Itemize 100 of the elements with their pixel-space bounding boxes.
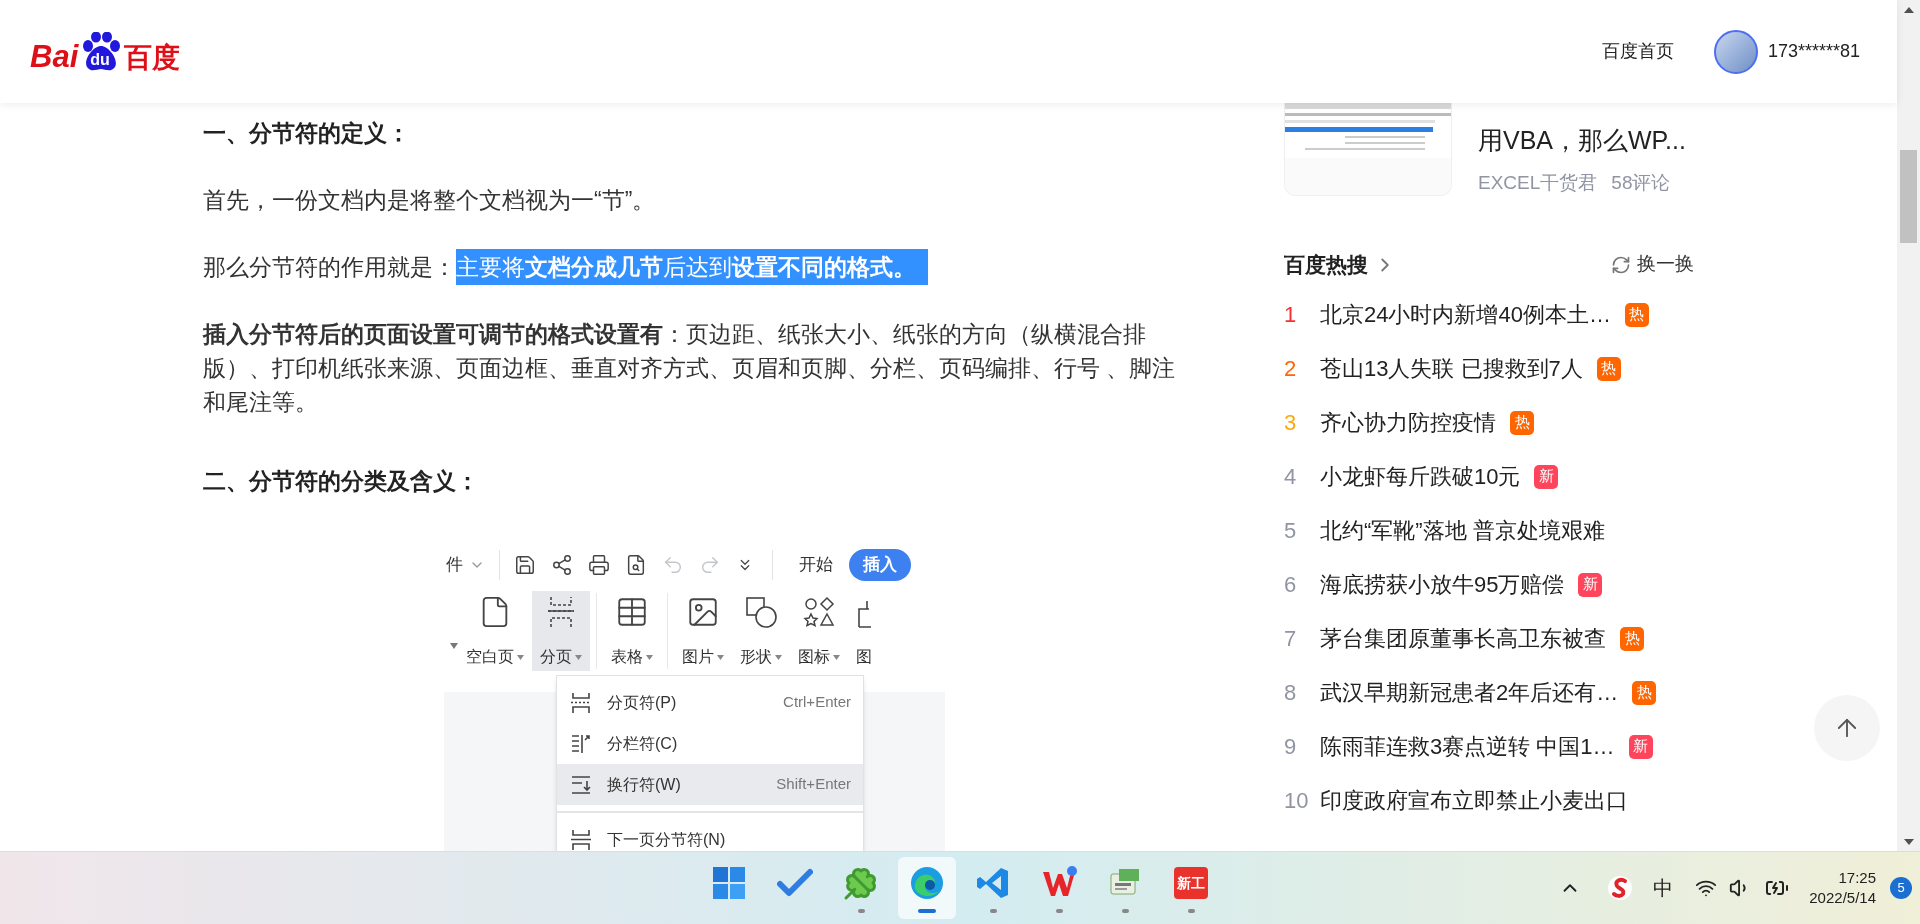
trending-link[interactable]: 北约“军靴”落地 普京处境艰难 [1320, 514, 1605, 547]
ribbon-button[interactable]: 形状 [732, 591, 790, 671]
toolbar-button[interactable] [588, 554, 610, 576]
caret-icon [450, 643, 458, 649]
toolbar-button[interactable] [551, 554, 573, 576]
redo-icon [699, 554, 721, 576]
trend-badge: 新 [1534, 464, 1559, 489]
trend-badge: 新 [1578, 572, 1603, 597]
print-icon [588, 554, 610, 576]
windows-icon [712, 866, 746, 900]
section-title[interactable]: 百度热搜 [1284, 248, 1368, 281]
menu-item[interactable]: 分栏符(C) [557, 723, 863, 764]
trend-badge: 热 [1510, 410, 1534, 435]
trending-link[interactable]: 北京24小时内新增40例本土… [1320, 298, 1611, 331]
comment-count: 58评论 [1611, 171, 1671, 195]
trending-link[interactable]: 海底捞获小放牛95万赔偿 [1320, 568, 1565, 601]
section-heading: 二、分节符的分类及含义： [203, 467, 480, 496]
undo-icon [662, 554, 684, 576]
app-indicator [1187, 909, 1195, 913]
trending-link[interactable]: 陈雨菲连救3赛点逆转 中国1… [1320, 730, 1615, 763]
caret-icon [833, 654, 840, 660]
user-name[interactable]: 173******81 [1767, 38, 1860, 65]
logo-text: 百度 [124, 43, 181, 72]
save-icon [514, 554, 536, 576]
trending-link[interactable]: 齐心协力防控疫情 [1320, 406, 1496, 439]
menu-item[interactable]: 换行符(W) Shift+Enter [557, 764, 863, 805]
trending-link[interactable]: 印度政府宣布立即禁止小麦出口 [1320, 784, 1628, 817]
app-indicator [918, 909, 936, 913]
paragraph: 首先，一份文档内是将整个文档视为一“节”。 [203, 186, 657, 215]
taskbar-app[interactable] [898, 857, 956, 919]
ribbon-button[interactable]: 表格 [603, 591, 661, 671]
section-heading: 一、分节符的定义： [203, 119, 411, 148]
clock[interactable]: 17:25 2022/5/14 [1809, 868, 1876, 908]
trend-badge: 热 [1596, 356, 1621, 381]
share-icon [551, 554, 573, 576]
trend-badge: 新 [1628, 734, 1653, 759]
picture-icon [686, 595, 720, 629]
input-method-icon[interactable] [1607, 875, 1634, 901]
refresh-button[interactable]: 换一换 [1611, 250, 1694, 279]
toolbar-button[interactable] [514, 554, 536, 576]
app-indicator [857, 909, 865, 913]
caret-icon [517, 654, 524, 660]
ribbon-button[interactable]: 分页 [532, 591, 590, 671]
ribbon-button[interactable]: 图标 [790, 591, 848, 671]
caret-icon [775, 654, 782, 660]
rank-number: 7 [1284, 625, 1298, 653]
menu-item[interactable]: 下一页分节符(N) [557, 819, 863, 851]
trend-badge: 热 [1624, 302, 1649, 327]
logo-text: Bai [30, 40, 79, 72]
preview-icon [625, 554, 647, 576]
app-indicator [1121, 909, 1129, 913]
code-editor-icon [976, 866, 1010, 900]
scroll-down-icon[interactable] [1903, 839, 1914, 845]
trending-link[interactable]: 武汉早期新冠患者2年后还有… [1320, 676, 1619, 709]
rank-number: 6 [1284, 571, 1298, 599]
home-link[interactable]: 百度首页 [1601, 38, 1674, 65]
table-icon [615, 595, 649, 629]
ribbon-button[interactable]: 图片 [674, 591, 732, 671]
rank-number: 1 [1284, 301, 1298, 329]
rank-number: 2 [1284, 355, 1298, 383]
logo-text: du [90, 51, 110, 68]
rank-number: 5 [1284, 517, 1298, 545]
ribbon-tab[interactable]: 开始 [791, 549, 841, 581]
paragraph: 那么分节符的作用就是： [203, 254, 456, 280]
browser-icon [909, 865, 945, 901]
trend-badge: 热 [1632, 680, 1657, 705]
notification-badge[interactable]: 5 [1890, 877, 1912, 899]
trending-link[interactable]: 小龙虾每斤跌破10元 [1320, 460, 1521, 493]
checkmark-icon [777, 868, 813, 898]
rank-number: 3 [1284, 409, 1298, 437]
article-link[interactable]: 用VBA，那么WP... [1478, 123, 1686, 157]
scroll-up-icon[interactable] [1903, 7, 1914, 13]
toolbar-button[interactable] [625, 554, 647, 576]
file-menu[interactable]: 件 [446, 552, 463, 578]
taskbar-app[interactable]: 新工 [1162, 857, 1220, 919]
trending-link[interactable]: 苍山13人失联 已搜救到7人 [1320, 352, 1583, 385]
clover-icon [843, 865, 879, 901]
paragraph: 插入分节符后的页面设置可调节的格式设置有：页边距、纸张大小、纸张的方向（纵横混合排版）、打印机纸张来源、页面边框、垂直对齐方式、页眉和页脚、分栏、页码编排、行号 、脚注和尾注等。 [203, 320, 1177, 417]
trend-badge: 热 [1620, 626, 1644, 651]
ribbon-button[interactable]: 空白页 [458, 591, 532, 671]
caret-icon [575, 654, 582, 660]
section-break-icon [569, 827, 593, 851]
ribbon-button[interactable]: 图 [848, 591, 880, 671]
ime-indicator[interactable]: 中 [1653, 873, 1674, 903]
app-indicator [989, 909, 997, 913]
menu-item[interactable]: 分页符(P) Ctrl+Enter [557, 682, 863, 723]
ribbon-tab[interactable]: 插入 [849, 549, 911, 581]
rank-number: 4 [1284, 463, 1298, 491]
page-break-icon [569, 690, 593, 715]
trending-link[interactable]: 茅台集团原董事长高卫东被查 [1320, 622, 1606, 655]
rank-number: 8 [1284, 679, 1298, 707]
shapes-icon [802, 595, 836, 629]
author-name: EXCEL干货君 [1478, 171, 1598, 195]
selected-text: 主要将文档分成几节后达到设置不同的格式。 [456, 249, 928, 285]
caret-icon [646, 654, 653, 660]
refresh-icon [1611, 254, 1631, 275]
scrollbar-thumb[interactable] [1900, 150, 1917, 243]
app-indicator [1055, 909, 1063, 913]
rank-number: 10 [1284, 787, 1310, 815]
shapes-icon [744, 595, 778, 629]
